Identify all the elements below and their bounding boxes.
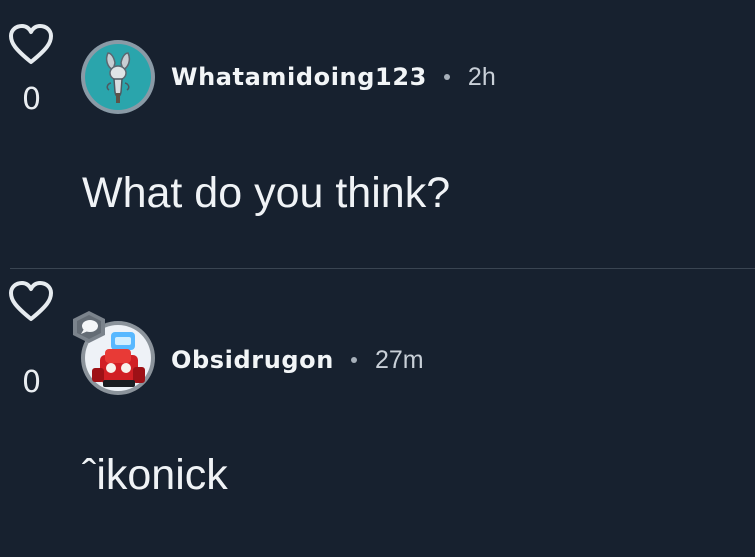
comment-header: Obsidrugon 27m xyxy=(171,342,424,378)
like-button[interactable] xyxy=(8,24,54,66)
username[interactable]: Obsidrugon xyxy=(171,346,334,374)
comment-thread: 0 Whatamidoing123 2h What do you think? xyxy=(0,0,755,557)
separator-dot xyxy=(350,357,357,363)
rabbit-figure-avatar-icon xyxy=(81,40,155,114)
separator-dot xyxy=(443,74,450,80)
heart-icon xyxy=(9,24,53,64)
heart-icon xyxy=(9,281,53,321)
like-button[interactable] xyxy=(8,281,54,323)
timestamp: 27m xyxy=(374,345,424,374)
comment: 0 Whatamidoing123 2h What do you think? xyxy=(0,0,755,268)
comment-text: What do you think? xyxy=(82,169,451,217)
comment-text: ˆikonick xyxy=(82,451,228,499)
username[interactable]: Whatamidoing123 xyxy=(171,63,427,91)
comment-header: Whatamidoing123 2h xyxy=(171,59,496,95)
user-avatar[interactable] xyxy=(80,39,156,115)
like-count: 0 xyxy=(22,365,42,400)
speech-bubble-badge-icon xyxy=(73,311,105,343)
comment: 0 Obsidrugon 27m ˆikonick xyxy=(0,269,755,557)
timestamp: 2h xyxy=(467,62,496,91)
like-count: 0 xyxy=(22,82,42,117)
